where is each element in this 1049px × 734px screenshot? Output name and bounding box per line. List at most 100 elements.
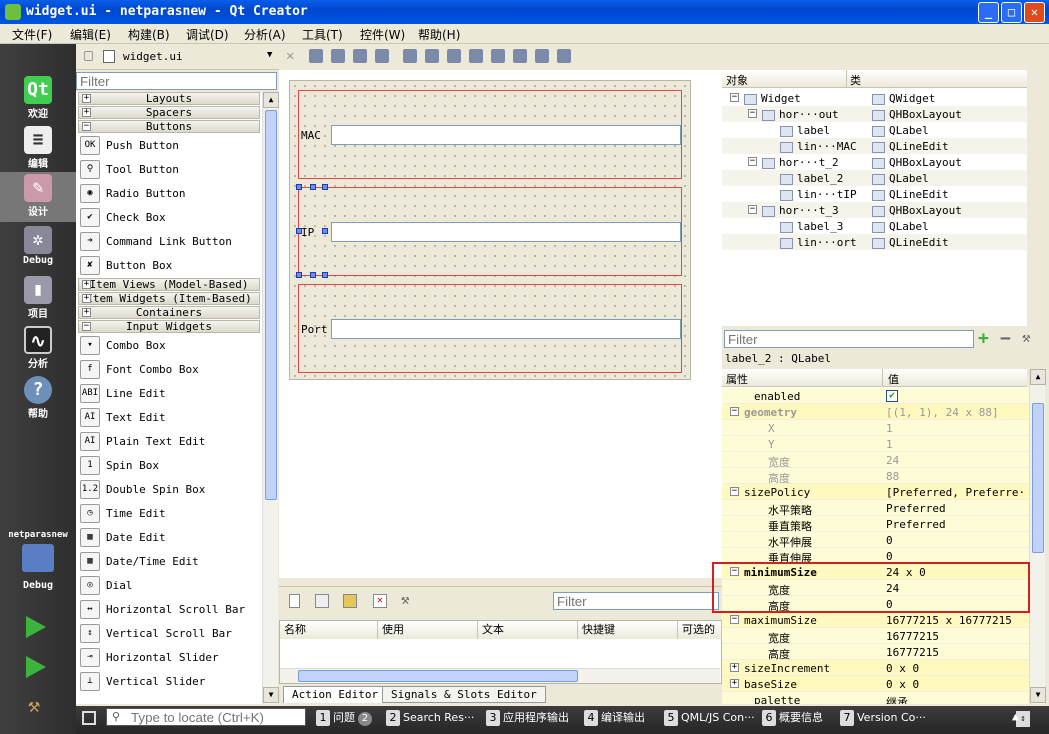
widget-item[interactable]: ✔ Check Box xyxy=(78,206,260,230)
widget-item[interactable]: OK Push Button xyxy=(78,134,260,158)
menu-widgets[interactable]: 控件(W) xyxy=(360,26,405,43)
layout-horizontal-icon[interactable] xyxy=(403,49,417,63)
run-icon[interactable] xyxy=(26,616,46,638)
expand-icon[interactable]: + xyxy=(730,663,739,672)
collapse-icon[interactable]: − xyxy=(730,487,739,496)
collapse-icon[interactable]: − xyxy=(730,407,739,416)
configure-wrench-icon[interactable]: ⚒ xyxy=(401,592,409,608)
label-port[interactable]: Port xyxy=(301,323,328,336)
property-value[interactable]: 0 x 0 xyxy=(886,662,1026,675)
column-header[interactable]: 名称 xyxy=(280,621,378,639)
resize-handle[interactable] xyxy=(310,184,316,190)
widget-item[interactable]: ◎ Dial xyxy=(78,574,260,598)
property-value[interactable]: 16777215 xyxy=(886,646,1026,659)
menu-help[interactable]: 帮助(H) xyxy=(418,26,460,43)
widget-item[interactable]: ⊥ Vertical Slider xyxy=(78,670,260,694)
category-header[interactable]: + Item Widgets (Item-Based) xyxy=(78,292,260,305)
category-header[interactable]: + Item Views (Model-Based) xyxy=(78,278,260,291)
property-row[interactable]: + baseSize 0 x 0 xyxy=(722,676,1029,692)
new-action-icon[interactable] xyxy=(289,594,300,608)
property-row[interactable]: 宽度 24 xyxy=(722,452,1029,469)
mode-analyze[interactable]: ∿ 分析 xyxy=(0,324,76,374)
output-pane-button[interactable]: 5 QML/JS Con··· xyxy=(664,709,755,727)
object-tree-row[interactable]: − hor···out QHBoxLayout xyxy=(722,106,1027,122)
widget-item[interactable]: ↔ Horizontal Scroll Bar xyxy=(78,598,260,622)
widget-item[interactable]: ABI Line Edit xyxy=(78,382,260,406)
scroll-thumb[interactable] xyxy=(1032,403,1044,553)
category-header[interactable]: + Layouts xyxy=(78,92,260,105)
property-row[interactable]: enabled ✔ xyxy=(722,388,1029,404)
output-pane-button[interactable]: 6 概要信息 xyxy=(762,709,823,727)
lineedit-ip[interactable] xyxy=(331,222,681,242)
object-tree-row[interactable]: lin···ort QLineEdit xyxy=(722,234,1027,250)
chevron-down-icon[interactable]: ▼ xyxy=(267,50,272,60)
output-pane-button[interactable]: 2 Search Res··· xyxy=(386,709,474,727)
expand-icon[interactable]: + xyxy=(82,108,91,117)
resize-handle[interactable] xyxy=(322,228,328,234)
widget-item[interactable]: ✘ Button Box xyxy=(78,254,260,278)
maximize-button[interactable]: □ xyxy=(1001,2,1022,23)
output-pane-button[interactable]: 7 Version Co··· xyxy=(840,709,926,727)
remove-property-icon[interactable]: − xyxy=(1000,330,1011,348)
widget-item[interactable]: AI Text Edit xyxy=(78,406,260,430)
splitter-vertical-icon[interactable] xyxy=(469,49,483,63)
label-mac[interactable]: MAC xyxy=(301,129,321,142)
menu-edit[interactable]: 编辑(E) xyxy=(70,26,111,43)
widget-item[interactable]: 1 Spin Box xyxy=(78,454,260,478)
object-tree-row[interactable]: lin···tIP QLineEdit xyxy=(722,186,1027,202)
mode-help[interactable]: ? 帮助 xyxy=(0,374,76,424)
output-pane-button[interactable]: 3 应用程序输出 xyxy=(486,709,569,727)
property-value[interactable]: 88 xyxy=(886,470,1026,483)
object-tree-row[interactable]: − hor···t_2 QHBoxLayout xyxy=(722,154,1027,170)
property-value[interactable]: 1 xyxy=(886,438,1026,451)
column-header[interactable]: 可选的 xyxy=(678,621,722,639)
mode-design[interactable]: ✎ 设计 xyxy=(0,172,76,222)
edit-widgets-icon[interactable] xyxy=(309,49,323,63)
property-row[interactable]: − sizePolicy [Preferred, Preferre··· xyxy=(722,484,1029,500)
lineedit-mac[interactable] xyxy=(331,125,681,145)
object-tree-row[interactable]: label_3 QLabel xyxy=(722,218,1027,234)
tab-signals-slots-editor[interactable]: Signals & Slots Editor xyxy=(382,686,546,703)
property-row[interactable]: Y1 xyxy=(722,436,1029,452)
property-row[interactable]: + sizeIncrement 0 x 0 xyxy=(722,660,1029,676)
widget-item[interactable]: ▦ Date/Time Edit xyxy=(78,550,260,574)
widget-item[interactable]: ▾ Combo Box xyxy=(78,334,260,358)
property-value[interactable]: [Preferred, Preferre··· xyxy=(886,486,1026,499)
hbox-layout-mac[interactable]: MAC xyxy=(298,90,682,179)
close-button[interactable]: ✕ xyxy=(1024,2,1045,23)
layout-grid-icon[interactable] xyxy=(491,49,505,63)
scroll-up-arrow[interactable]: ▲ xyxy=(263,92,279,108)
collapse-icon[interactable]: − xyxy=(82,322,91,331)
resize-handle[interactable] xyxy=(322,272,328,278)
label-ip[interactable]: IP xyxy=(301,226,314,239)
splitter-horizontal-icon[interactable] xyxy=(447,49,461,63)
menu-file[interactable]: 文件(F) xyxy=(12,26,52,43)
column-header[interactable]: 使用 xyxy=(378,621,478,639)
resize-handle[interactable] xyxy=(310,272,316,278)
category-header[interactable]: − Input Widgets xyxy=(78,320,260,333)
widget-item[interactable]: ➜ Command Link Button xyxy=(78,230,260,254)
column-header-class[interactable]: 类 xyxy=(850,72,861,88)
widget-item[interactable]: ↕ Vertical Scroll Bar xyxy=(78,622,260,646)
build-hammer-icon[interactable]: ⚒ xyxy=(28,694,50,716)
scroll-thumb[interactable] xyxy=(265,110,277,500)
copy-action-icon[interactable] xyxy=(315,594,329,608)
column-header-property[interactable]: 属性 xyxy=(726,371,748,387)
widget-item[interactable]: ▦ Date Edit xyxy=(78,526,260,550)
object-tree-row[interactable]: lin···MAC QLineEdit xyxy=(722,138,1027,154)
layout-form-icon[interactable] xyxy=(513,49,527,63)
property-value[interactable]: 16777215 x 16777215 xyxy=(886,614,1026,627)
paste-action-icon[interactable] xyxy=(343,594,357,608)
expand-icon[interactable]: + xyxy=(82,94,91,103)
add-dynamic-property-icon[interactable]: + xyxy=(978,330,989,348)
collapse-icon[interactable]: − xyxy=(748,109,757,118)
object-tree-row[interactable]: label QLabel xyxy=(722,122,1027,138)
property-value[interactable]: Preferred xyxy=(886,502,1026,515)
resize-handle[interactable] xyxy=(296,184,302,190)
menu-debug[interactable]: 调试(D) xyxy=(186,26,229,43)
locator-input[interactable] xyxy=(106,708,306,726)
category-header[interactable]: + Spacers xyxy=(78,106,260,119)
column-header[interactable]: 文本 xyxy=(478,621,578,639)
widget-filter-input[interactable] xyxy=(76,72,277,90)
property-value[interactable]: 0 x 0 xyxy=(886,678,1026,691)
